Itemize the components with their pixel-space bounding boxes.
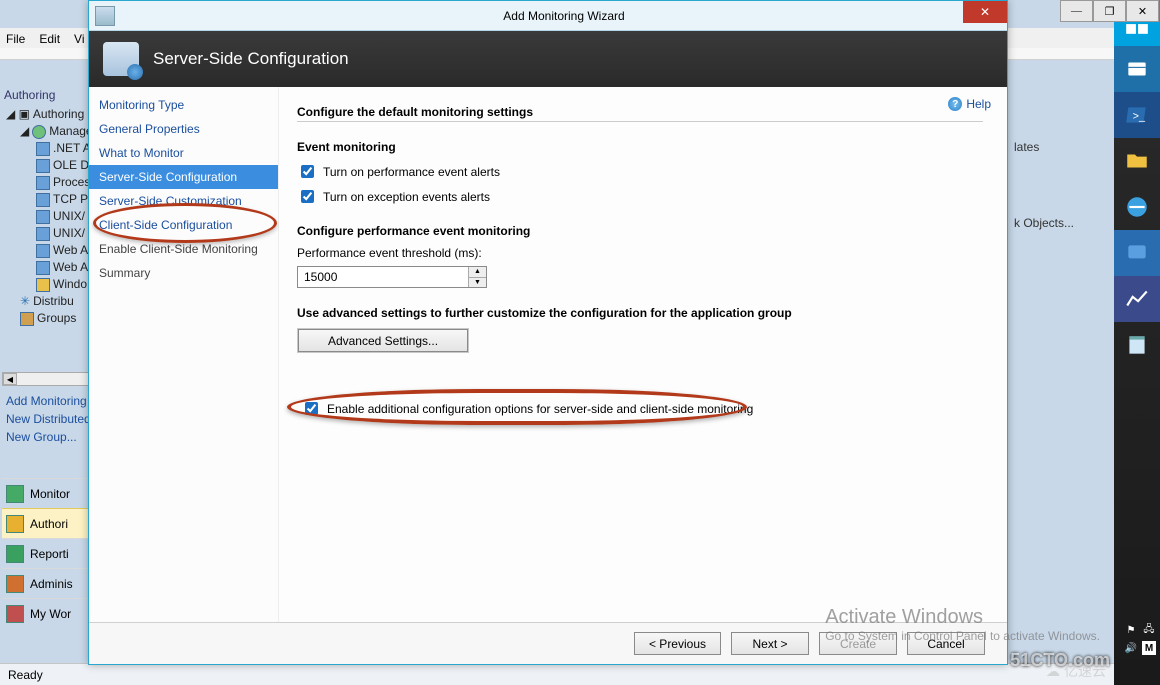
scroll-left-icon: ◀ bbox=[3, 373, 17, 385]
nav-pane-title: Authoring bbox=[4, 88, 55, 102]
taskbar-ie[interactable] bbox=[1114, 184, 1160, 230]
group-perf-monitoring: Configure performance event monitoring bbox=[297, 224, 983, 238]
wizard-title: Add Monitoring Wizard bbox=[121, 9, 1007, 23]
menu-file[interactable]: File bbox=[6, 32, 25, 46]
help-icon: ? bbox=[948, 97, 962, 111]
checkbox-enable-additional-input[interactable] bbox=[305, 402, 318, 415]
status-bar: Ready bbox=[0, 663, 1160, 685]
parent-restore-button[interactable]: ❐ bbox=[1093, 0, 1126, 22]
svg-text:>_: >_ bbox=[1133, 110, 1146, 122]
divider bbox=[297, 121, 983, 122]
checkbox-exception-alerts[interactable]: Turn on exception events alerts bbox=[297, 187, 983, 206]
link-add-monitoring[interactable]: Add Monitoring bbox=[6, 394, 92, 408]
taskbar-scom[interactable] bbox=[1114, 230, 1160, 276]
step-enable-client-side[interactable]: Enable Client-Side Monitoring bbox=[89, 237, 278, 261]
tray-sound-icon[interactable]: 🔊 bbox=[1124, 641, 1138, 655]
taskbar-notepad[interactable] bbox=[1114, 322, 1160, 368]
taskbar-explorer[interactable] bbox=[1114, 138, 1160, 184]
ie-icon bbox=[1124, 194, 1150, 220]
spinner-down-icon[interactable]: ▼ bbox=[469, 278, 486, 288]
taskbar-server-manager[interactable] bbox=[1114, 46, 1160, 92]
link-new-distributed[interactable]: New Distributed bbox=[6, 412, 92, 426]
perf-threshold-label: Performance event threshold (ms): bbox=[297, 246, 983, 260]
tray-m-icon[interactable]: M bbox=[1142, 641, 1156, 655]
nav-administration[interactable]: Adminis bbox=[2, 568, 92, 598]
step-monitoring-type[interactable]: Monitoring Type bbox=[89, 93, 278, 117]
create-button[interactable]: Create bbox=[819, 632, 897, 655]
taskbar-perf[interactable] bbox=[1114, 276, 1160, 322]
wizard-sysmenu-icon[interactable] bbox=[95, 6, 115, 26]
step-summary[interactable]: Summary bbox=[89, 261, 278, 285]
graph-icon bbox=[1124, 286, 1150, 312]
checkbox-perf-alerts[interactable]: Turn on performance event alerts bbox=[297, 162, 983, 181]
parent-minimize-button[interactable]: ― bbox=[1060, 0, 1093, 22]
perf-threshold-spinner[interactable]: ▲▼ bbox=[297, 266, 487, 288]
taskbar-powershell[interactable]: >_ bbox=[1114, 92, 1160, 138]
wunderbar: Monitor Authori Reporti Adminis My Wor bbox=[2, 478, 92, 628]
tasks-item[interactable]: k Objects... bbox=[1014, 216, 1074, 230]
server-icon bbox=[1124, 56, 1150, 82]
step-what-to-monitor[interactable]: What to Monitor bbox=[89, 141, 278, 165]
nav-reporting[interactable]: Reporti bbox=[2, 538, 92, 568]
nav-monitoring[interactable]: Monitor bbox=[2, 478, 92, 508]
cancel-button[interactable]: Cancel bbox=[907, 632, 985, 655]
wizard-header: Server-Side Configuration bbox=[89, 31, 1007, 87]
monitor-icon bbox=[1124, 240, 1150, 266]
page-heading: Configure the default monitoring setting… bbox=[297, 105, 983, 119]
tray-flag-icon[interactable]: ⚑ bbox=[1124, 623, 1138, 637]
next-button[interactable]: Next > bbox=[731, 632, 809, 655]
link-new-group[interactable]: New Group... bbox=[6, 430, 92, 444]
menu-view[interactable]: Vi bbox=[74, 32, 84, 46]
nav-myworkspace[interactable]: My Wor bbox=[2, 598, 92, 628]
checkbox-exception-alerts-input[interactable] bbox=[301, 190, 314, 203]
nav-authoring[interactable]: Authori bbox=[2, 508, 92, 538]
advanced-settings-text: Use advanced settings to further customi… bbox=[297, 306, 983, 320]
help-link[interactable]: ?Help bbox=[948, 97, 991, 111]
wizard-header-title: Server-Side Configuration bbox=[153, 49, 349, 69]
wizard-titlebar[interactable]: Add Monitoring Wizard ✕ bbox=[89, 1, 1007, 31]
checkbox-enable-additional[interactable]: Enable additional configuration options … bbox=[301, 399, 983, 418]
group-event-monitoring: Event monitoring bbox=[297, 140, 983, 154]
watermark-yisu: ☁亿速云 bbox=[1046, 659, 1156, 683]
wizard-step-nav: Monitoring Type General Properties What … bbox=[89, 87, 279, 622]
wizard-close-button[interactable]: ✕ bbox=[963, 1, 1007, 23]
step-client-side-configuration[interactable]: Client-Side Configuration bbox=[89, 213, 278, 237]
spinner-up-icon[interactable]: ▲ bbox=[469, 267, 486, 278]
wizard-footer: < Previous Next > Create Cancel bbox=[89, 622, 1007, 664]
system-tray[interactable]: ⚑ 🖧 🔊 M bbox=[1116, 623, 1156, 655]
tasks-item[interactable]: lates bbox=[1014, 140, 1074, 154]
add-monitoring-wizard: Add Monitoring Wizard ✕ Server-Side Conf… bbox=[88, 0, 1008, 665]
tray-network-icon[interactable]: 🖧 bbox=[1142, 623, 1156, 637]
taskbar[interactable]: >_ bbox=[1114, 0, 1160, 685]
step-general-properties[interactable]: General Properties bbox=[89, 117, 278, 141]
folder-icon bbox=[1124, 148, 1150, 174]
powershell-icon: >_ bbox=[1124, 102, 1150, 128]
advanced-settings-button[interactable]: Advanced Settings... bbox=[298, 329, 468, 352]
notepad-icon bbox=[1124, 332, 1150, 358]
perf-threshold-input[interactable] bbox=[298, 267, 468, 287]
parent-close-button[interactable]: ✕ bbox=[1126, 0, 1159, 22]
wizard-header-icon bbox=[103, 42, 139, 76]
menu-edit[interactable]: Edit bbox=[39, 32, 60, 46]
step-server-side-configuration[interactable]: Server-Side Configuration bbox=[89, 165, 278, 189]
step-server-side-customization[interactable]: Server-Side Customization bbox=[89, 189, 278, 213]
previous-button[interactable]: < Previous bbox=[634, 632, 721, 655]
checkbox-perf-alerts-input[interactable] bbox=[301, 165, 314, 178]
wizard-content: ?Help Configure the default monitoring s… bbox=[279, 87, 1007, 622]
